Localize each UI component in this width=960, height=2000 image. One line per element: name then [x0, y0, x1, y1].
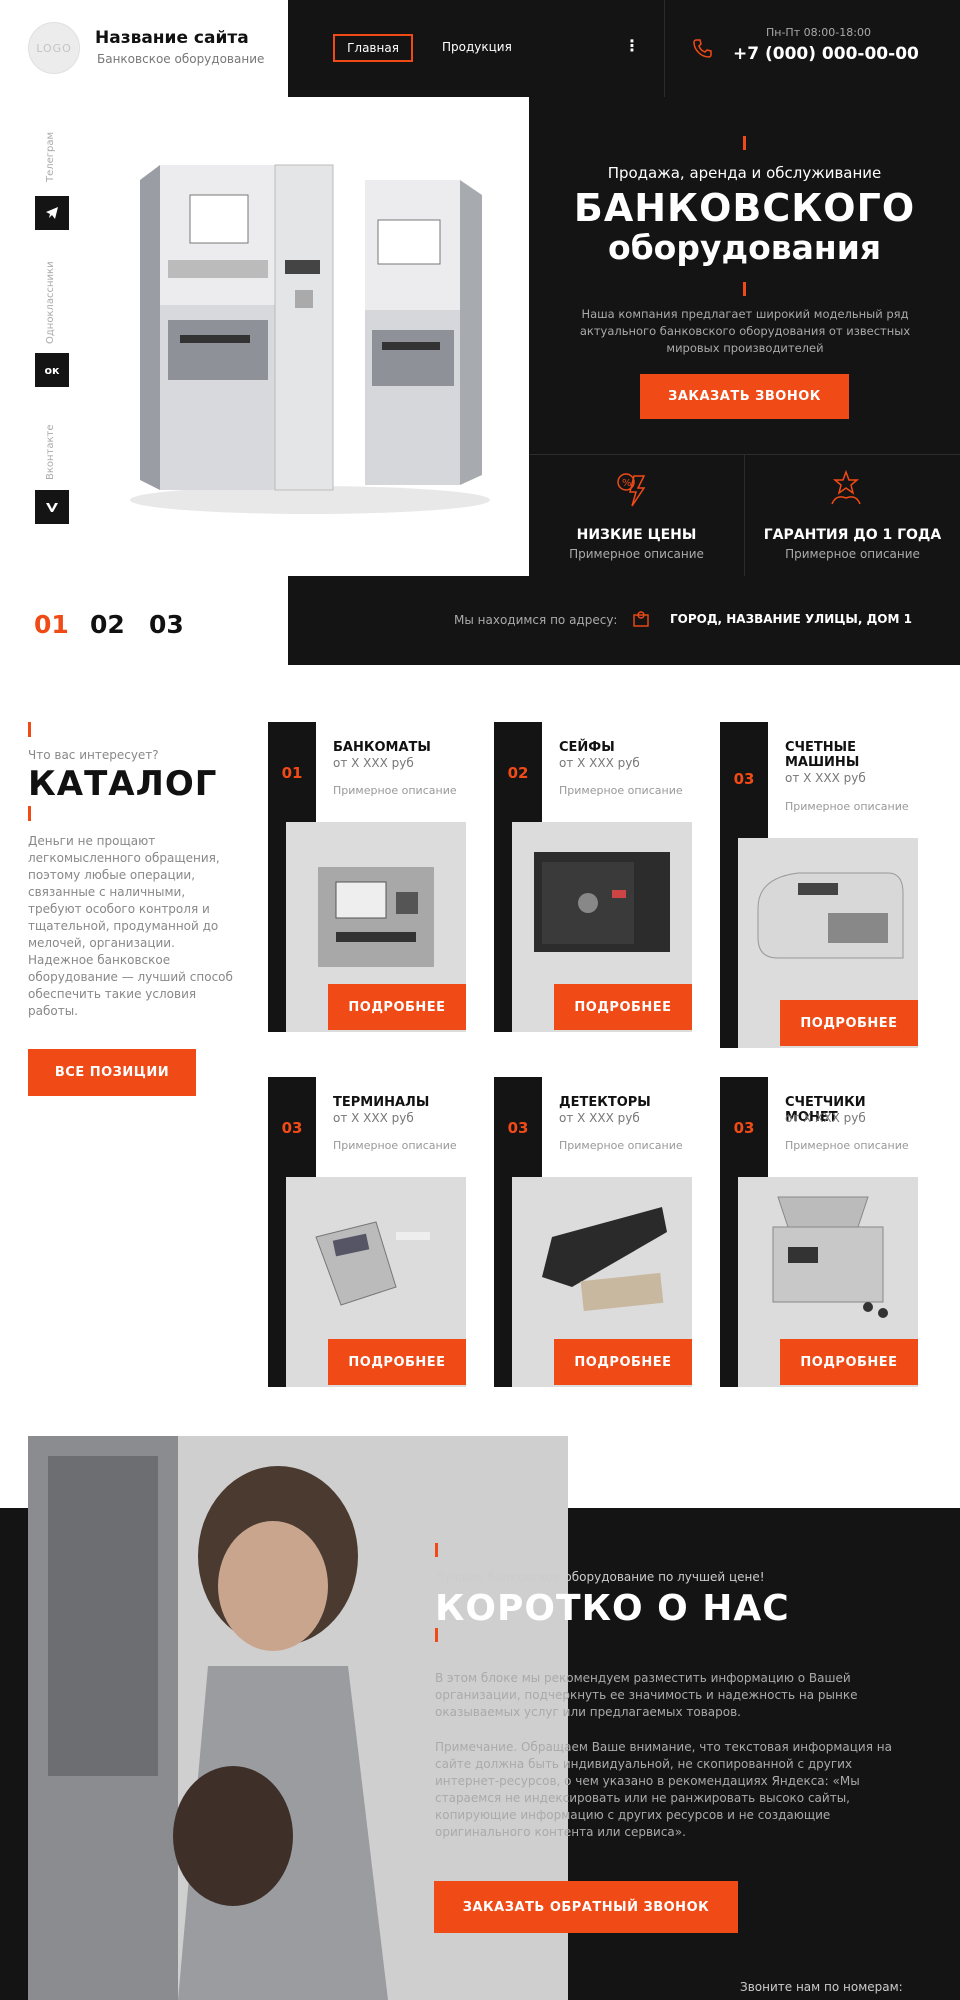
catalog-card[interactable]: 01 БАНКОМАТЫ от Х ХХХ руб Примерное опис… — [268, 722, 466, 1032]
card-price: от Х ХХХ руб — [559, 1111, 640, 1125]
about-paragraph: В этом блоке мы рекомендуем разместить и… — [435, 1671, 858, 1719]
address-label: Мы находимся по адресу: — [454, 613, 618, 627]
feature-subtitle: Примерное описание — [785, 547, 920, 561]
logo-text: LOGO — [36, 41, 72, 55]
slide-indicator-2[interactable]: 02 — [90, 610, 125, 639]
feature-title: ГАРАНТИЯ ДО 1 ГОДА — [763, 527, 942, 543]
card-price: от Х ХХХ руб — [785, 1111, 866, 1125]
telegram-icon — [46, 207, 58, 219]
card-description: Примерное описание — [559, 784, 683, 797]
card-title: ДЕТЕКТОРЫ — [559, 1095, 651, 1110]
hero-title-line-1: БАНКОВСКОГО — [573, 186, 916, 230]
order-callback-button[interactable]: ЗАКАЗАТЬ ОБРАТНЫЙ ЗВОНОК — [434, 1881, 738, 1933]
nav-item-products[interactable]: Продукция — [442, 40, 512, 54]
accent-dash — [28, 806, 31, 821]
card-title: СЕЙФЫ — [559, 740, 615, 755]
details-button[interactable]: ПОДРОБНЕЕ — [554, 984, 692, 1030]
slide-indicator-3[interactable]: 03 — [149, 610, 184, 639]
card-number: 03 — [733, 1119, 755, 1137]
card-description: Примерное описание — [785, 800, 909, 813]
map-icon — [632, 610, 650, 632]
odnoklassniki-icon: ок — [44, 363, 60, 377]
svg-text:%: % — [622, 478, 632, 489]
order-call-button[interactable]: ЗАКАЗАТЬ ЗВОНОК — [640, 374, 849, 419]
hero-description: Наша компания предлагает широкий модельн… — [579, 307, 911, 355]
card-price: от Х ХХХ руб — [559, 756, 640, 770]
catalog-card[interactable]: 03 ДЕТЕКТОРЫ от Х ХХХ руб Примерное опис… — [494, 1077, 692, 1387]
all-items-button[interactable]: ВСЕ ПОЗИЦИИ — [28, 1049, 196, 1096]
card-number: 02 — [507, 764, 529, 782]
vertical-dots-icon[interactable]: ⋮ — [624, 36, 640, 55]
hero-atm-image — [110, 120, 510, 520]
feature-subtitle: Примерное описание — [569, 547, 704, 561]
site-subtitle: Банковское оборудование — [97, 52, 265, 66]
card-number: 01 — [281, 764, 303, 782]
catalog-card[interactable]: 02 СЕЙФЫ от Х ХХХ руб Примерное описание… — [494, 722, 692, 1032]
catalog-description: Деньги не прощают легкомысленного обраще… — [28, 834, 233, 1018]
accent-dash — [743, 282, 746, 296]
card-price: от Х ХХХ руб — [333, 756, 414, 770]
site-name[interactable]: Название сайта — [95, 28, 249, 48]
card-price: от Х ХХХ руб — [333, 1111, 414, 1125]
divider — [664, 0, 665, 97]
logo[interactable]: LOGO — [28, 22, 80, 74]
phone-icon — [692, 38, 712, 58]
address-value: ГОРОД, НАЗВАНИЕ УЛИЦЫ, ДОМ 1 — [670, 612, 912, 626]
call-us-label: Звоните нам по номерам: — [740, 1980, 903, 1994]
phone-number[interactable]: +7 (000) 000-00-00 — [733, 44, 919, 64]
details-button[interactable]: ПОДРОБНЕЕ — [328, 984, 466, 1030]
card-number: 03 — [281, 1119, 303, 1137]
catalog-pretitle: Что вас интересует? — [28, 748, 159, 762]
low-price-icon: % — [610, 468, 650, 512]
card-title: ТЕРМИНАЛЫ — [333, 1095, 430, 1110]
catalog-card[interactable]: 03 СЧЕТЧИКИ МОНЕТ от Х ХХХ руб Примерное… — [720, 1077, 918, 1387]
card-title: БАНКОМАТЫ — [333, 740, 431, 755]
card-description: Примерное описание — [559, 1139, 683, 1152]
card-description: Примерное описание — [333, 1139, 457, 1152]
card-number: 03 — [507, 1119, 529, 1137]
hero-title-line-2: оборудования — [607, 228, 882, 267]
accent-dash — [743, 136, 746, 150]
accent-dash — [28, 722, 31, 737]
catalog-title: КАТАЛОГ — [28, 764, 218, 804]
about-pretitle: Лучшее банковское оборудование по лучшей… — [435, 1570, 765, 1584]
page: LOGO Название сайта Банковское оборудова… — [0, 0, 960, 2000]
card-number: 03 — [733, 770, 755, 788]
work-hours: Пн-Пт 08:00-18:00 — [766, 26, 871, 39]
slide-indicator-1[interactable]: 01 — [34, 610, 69, 639]
nav-item-home[interactable]: Главная — [333, 34, 413, 62]
vk-button[interactable] — [35, 490, 69, 524]
details-button[interactable]: ПОДРОБНЕЕ — [780, 1000, 918, 1046]
telegram-button[interactable] — [35, 196, 69, 230]
odnoklassniki-button[interactable]: ок — [35, 353, 69, 387]
card-price: от Х ХХХ руб — [785, 771, 866, 785]
catalog-card[interactable]: 03 ТЕРМИНАЛЫ от Х ХХХ руб Примерное опис… — [268, 1077, 466, 1387]
details-button[interactable]: ПОДРОБНЕЕ — [554, 1339, 692, 1385]
card-description: Примерное описание — [785, 1139, 909, 1152]
accent-dash — [435, 1543, 438, 1557]
about-note: Примечание. Обращаем Ваше внимание, что … — [435, 1740, 892, 1839]
hero-pretitle: Продажа, аренда и обслуживание — [607, 164, 882, 182]
details-button[interactable]: ПОДРОБНЕЕ — [328, 1339, 466, 1385]
vk-icon — [46, 503, 58, 512]
social-label-telegram: Телеграм — [45, 131, 56, 182]
about-title: КОРОТКО О НАС — [435, 1588, 790, 1629]
details-button[interactable]: ПОДРОБНЕЕ — [780, 1339, 918, 1385]
catalog-card[interactable]: 03 СЧЕТНЫЕ МАШИНЫ от Х ХХХ руб Примерное… — [720, 722, 918, 1048]
accent-dash — [435, 1628, 438, 1642]
card-title: СЧЕТНЫЕ МАШИНЫ — [785, 740, 860, 770]
guarantee-icon — [826, 468, 866, 512]
card-description: Примерное описание — [333, 784, 457, 797]
feature-title: НИЗКИЕ ЦЕНЫ — [576, 527, 697, 543]
